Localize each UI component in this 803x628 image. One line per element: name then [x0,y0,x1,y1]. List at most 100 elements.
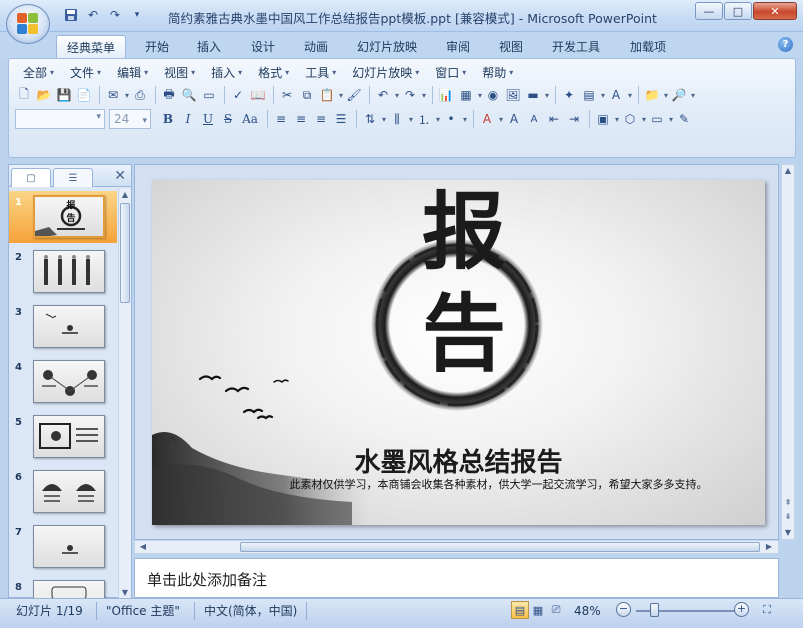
align-right-icon[interactable]: ≡ [312,110,330,128]
undo-icon[interactable]: ↶ [374,86,399,104]
bold-button[interactable]: B [159,110,177,128]
italic-button[interactable]: I [179,110,197,128]
undo-icon[interactable]: ↶ [84,6,102,24]
current-slide[interactable]: 报 告 水墨风格总结报告 此素材仅供学习，本商铺会收集各种素材，供大学一起交流学… [152,180,765,525]
picture-icon[interactable]: 🖼 [504,86,522,104]
tab-design[interactable]: 设计 [242,35,284,58]
slide-thumb-4[interactable]: 4 [9,356,117,408]
slides-panel-scrollbar[interactable]: ▲ ▼ [118,189,131,599]
customize-qat-icon[interactable]: ▾ [128,6,146,24]
layout-icon[interactable]: ▤ [580,86,605,104]
copy-icon[interactable]: ⧉ [298,86,316,104]
scroll-up-icon[interactable]: ▲ [119,189,131,201]
slide-sorter-view-icon[interactable]: ▦ [529,601,547,619]
screen-icon[interactable]: ▭ [200,86,218,104]
font-color-icon[interactable]: A [478,110,503,128]
bullets-icon[interactable]: • [442,110,467,128]
permission-icon[interactable]: 📄 [75,86,93,104]
slide-thumb-5[interactable]: 5 [9,411,117,463]
notes-pane[interactable]: 单击此处添加备注 [134,558,779,598]
menu-tools[interactable]: 工具 ▾ [297,63,344,81]
strikethrough-button[interactable]: S [219,110,237,128]
menu-all[interactable]: 全部 ▾ [15,63,62,81]
redo-icon[interactable]: ↷ [106,6,124,24]
slide-thumb-2[interactable]: 2 [9,246,117,298]
office-button[interactable] [6,4,50,44]
zoom-out-icon[interactable]: − [616,602,631,617]
tab-developer[interactable]: 开发工具 [543,35,609,58]
slide-thumb-8[interactable]: 8 [9,576,117,599]
fit-to-window-icon[interactable]: ⛶ [758,601,776,619]
insert-chart-icon[interactable]: 📊 [437,86,455,104]
search-icon[interactable]: 🔎 [670,86,695,104]
folder-icon[interactable]: 📁 [643,86,668,104]
underline-button[interactable]: U [199,110,217,128]
slide-thumb-1[interactable]: 1 报告 [9,191,117,243]
vertical-scrollbar[interactable]: ▲ ⇞ ⇟ ▼ [781,164,795,540]
next-slide-icon[interactable]: ⇟ [782,511,794,523]
grow-font-icon[interactable]: A [505,110,523,128]
shadow-button[interactable]: Aa [239,110,261,128]
minimize-button[interactable]: — [695,2,723,20]
color-grayscale-icon[interactable]: ▬ [524,86,549,104]
align-center-icon[interactable]: ≡ [292,110,310,128]
align-left-icon[interactable]: ≡ [272,110,290,128]
menu-edit[interactable]: 编辑 ▾ [109,63,156,81]
scroll-right-icon[interactable]: ▶ [763,541,775,553]
tab-insert[interactable]: 插入 [188,35,230,58]
shape-fill-icon[interactable]: ▭ [648,110,673,128]
horizontal-scrollbar[interactable]: ◀ ▶ [134,540,779,554]
slide-subtitle[interactable]: 此素材仅供学习，本商铺会收集各种素材，供大学一起交流学习，希望大家多多支持。 [152,476,765,492]
text-direction-icon[interactable]: ⇅ [361,110,386,128]
clipart-icon[interactable]: ◉ [484,86,502,104]
tab-outline[interactable]: ☰ [53,168,93,187]
maximize-button[interactable]: □ [724,2,752,20]
tab-home[interactable]: 开始 [136,35,178,58]
menu-view[interactable]: 视图 ▾ [156,63,203,81]
tab-slides[interactable]: ▢ [11,168,51,187]
tab-animation[interactable]: 动画 [295,35,337,58]
horizontal-scrollbar-thumb[interactable] [240,542,760,552]
cut-icon[interactable]: ✂ [278,86,296,104]
scrollbar-thumb[interactable] [120,203,130,303]
close-button[interactable]: ✕ [753,2,797,20]
tab-review[interactable]: 审阅 [437,35,479,58]
scroll-down-icon[interactable]: ▼ [782,527,794,539]
shapes-icon[interactable]: ⬡ [621,110,646,128]
menu-insert[interactable]: 插入 ▾ [203,63,250,81]
slide-title[interactable]: 水墨风格总结报告 [152,442,765,479]
email-icon[interactable]: ✉ [104,86,129,104]
slide-thumb-3[interactable]: 3 [9,301,117,353]
tab-classic-menu[interactable]: 经典菜单 [56,35,126,58]
zoom-in-icon[interactable]: + [734,602,749,617]
slide-thumb-7[interactable]: 7 [9,521,117,573]
tab-addins[interactable]: 加载项 [622,35,674,58]
shrink-font-icon[interactable]: A [525,110,543,128]
preview-icon[interactable]: 🔍 [180,86,198,104]
previous-slide-icon[interactable]: ⇞ [782,497,794,509]
scroll-up-icon[interactable]: ▲ [782,165,794,177]
increase-indent-icon[interactable]: ⇥ [565,110,583,128]
scroll-left-icon[interactable]: ◀ [137,541,149,553]
zoom-slider-thumb[interactable] [650,603,659,617]
tab-slideshow[interactable]: 幻灯片放映 [350,35,424,58]
align-text-icon[interactable]: ⫼ [388,110,413,128]
new-document-icon[interactable]: 🗋 [15,86,33,104]
font-size-select[interactable]: 24 [109,109,151,130]
zoom-percent[interactable]: 48% [574,602,601,620]
spelling-icon[interactable]: ✓ [229,86,247,104]
format-painter-icon[interactable]: 🖌 [345,86,363,104]
close-panel-icon[interactable]: ✕ [114,168,126,184]
more-tools-icon[interactable]: ✎ [675,110,693,128]
menu-format[interactable]: 格式 ▾ [250,63,297,81]
slide-design-icon[interactable]: ▣ [594,110,619,128]
open-folder-icon[interactable]: 📂 [35,86,53,104]
slideshow-view-icon[interactable]: ⎚ [547,601,565,619]
numbering-icon[interactable]: ⒈ [415,110,440,128]
new-slide-icon[interactable]: ✦ [560,86,578,104]
menu-help[interactable]: 帮助 ▾ [474,63,521,81]
slide-thumb-6[interactable]: 6 [9,466,117,518]
print-icon[interactable]: 🖶 [160,86,178,104]
save-icon[interactable]: 💾 [55,86,73,104]
decrease-indent-icon[interactable]: ⇤ [545,110,563,128]
